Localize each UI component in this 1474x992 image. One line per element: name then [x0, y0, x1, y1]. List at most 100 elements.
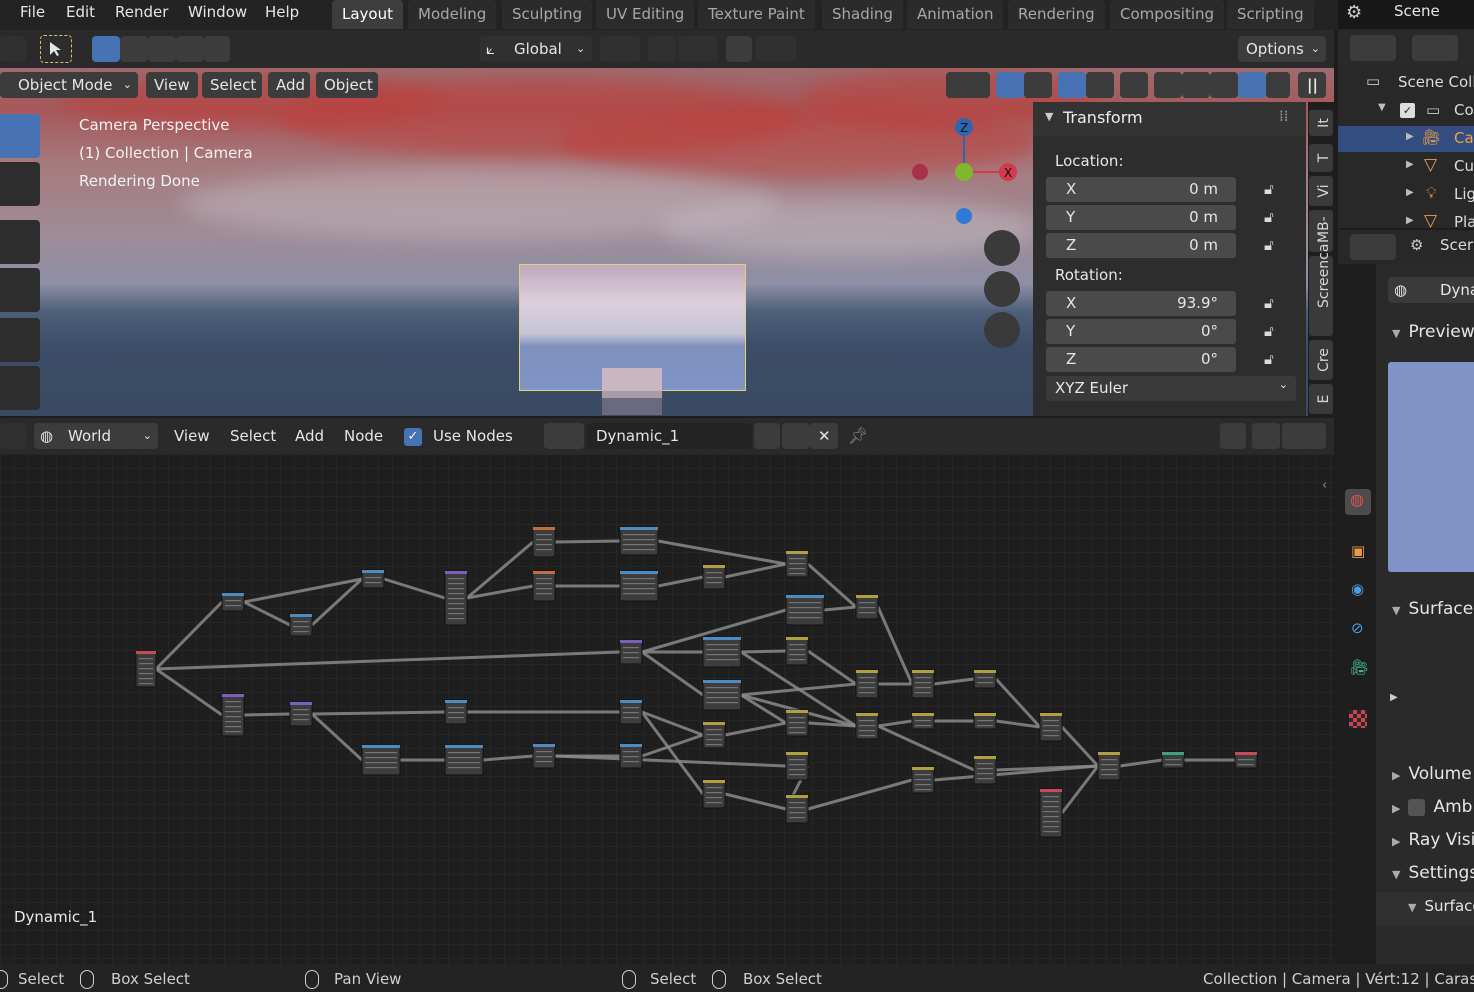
- outliner-display-mode-dropdown[interactable]: [1350, 35, 1396, 61]
- shader-node[interactable]: [619, 639, 643, 665]
- add-menu[interactable]: Add: [268, 72, 310, 98]
- section-volume[interactable]: ▶ Volume: [1392, 764, 1472, 784]
- shader-node[interactable]: [135, 650, 157, 688]
- location-z-field[interactable]: Z 0 m: [1046, 233, 1236, 258]
- select-box-tool-icon[interactable]: [0, 114, 40, 158]
- lock-icon[interactable]: 🔓︎: [1264, 236, 1284, 254]
- cursor-tool-icon[interactable]: [0, 162, 40, 206]
- expand-triangle-icon[interactable]: ▶: [1390, 692, 1398, 703]
- select-tool-icon[interactable]: [40, 35, 72, 63]
- location-y-field[interactable]: Y 0 m: [1046, 205, 1236, 230]
- mode-dropdown[interactable]: Object Mode ⌄: [0, 72, 138, 98]
- shader-node[interactable]: [785, 550, 809, 578]
- select-mode-intersect-icon[interactable]: [204, 36, 230, 62]
- shader-node[interactable]: [221, 693, 245, 737]
- checkbox-icon[interactable]: [1408, 798, 1426, 816]
- node-node-menu[interactable]: Node: [344, 426, 383, 446]
- shader-node[interactable]: [289, 613, 313, 637]
- pause-render-icon[interactable]: ||: [1298, 72, 1326, 98]
- world-name-field[interactable]: Dynamic_1: [586, 423, 752, 449]
- shader-node[interactable]: [619, 526, 659, 556]
- shader-node[interactable]: [785, 594, 825, 626]
- tab-modeling[interactable]: Modeling: [408, 0, 497, 29]
- rotation-z-field[interactable]: Z 0°: [1046, 347, 1236, 372]
- tab-uv-editing[interactable]: UV Editing: [596, 0, 695, 29]
- lock-icon[interactable]: 🔓︎: [1264, 180, 1284, 198]
- editor-type-dropdown[interactable]: [0, 423, 26, 449]
- parent-node-tree-icon[interactable]: [1220, 423, 1246, 449]
- sidebar-tab-e[interactable]: E: [1309, 384, 1333, 414]
- unlink-close-icon[interactable]: ✕: [810, 423, 838, 449]
- shader-node[interactable]: [532, 743, 556, 769]
- shader-node[interactable]: [855, 712, 879, 740]
- section-ambient-occlusion[interactable]: ▶ Ambi: [1392, 797, 1474, 817]
- sidebar-tab-create[interactable]: Cre: [1309, 340, 1333, 380]
- node-select-menu[interactable]: Select: [230, 426, 276, 446]
- shader-node[interactable]: [444, 699, 468, 725]
- shading-wireframe-icon[interactable]: [1154, 72, 1182, 98]
- world-properties-icon[interactable]: ◍: [1345, 489, 1371, 515]
- section-settings-surface[interactable]: ▼ Surface: [1408, 897, 1474, 915]
- view-layer-properties-icon[interactable]: [1345, 410, 1371, 436]
- select-mode-extend-icon[interactable]: [120, 36, 148, 62]
- shader-node[interactable]: [911, 712, 935, 730]
- shader-node[interactable]: [785, 751, 809, 781]
- shader-node[interactable]: [619, 570, 659, 602]
- tab-compositing[interactable]: Compositing: [1110, 0, 1225, 29]
- physics-properties-icon[interactable]: ◉: [1345, 578, 1371, 604]
- menu-help[interactable]: Help: [265, 2, 299, 22]
- texture-properties-icon[interactable]: [1345, 706, 1371, 732]
- transform-panel-header[interactable]: ▼ Transform ⁞⁞: [1033, 102, 1306, 136]
- tab-animation[interactable]: Animation: [907, 0, 1004, 29]
- scene-properties-icon[interactable]: [1345, 450, 1371, 476]
- shader-node[interactable]: [1039, 712, 1063, 742]
- pan-hand-icon[interactable]: [984, 271, 1020, 307]
- shader-node[interactable]: [1161, 751, 1185, 769]
- shader-node[interactable]: [444, 570, 468, 626]
- duplicate-icon[interactable]: [782, 423, 810, 449]
- shader-node[interactable]: [973, 755, 997, 785]
- expand-triangle-icon[interactable]: ▶: [1406, 131, 1414, 142]
- outliner-filter-dropdown[interactable]: [1412, 35, 1458, 61]
- zoom-icon[interactable]: [984, 230, 1020, 266]
- overlays-toggle-icon[interactable]: [1058, 72, 1086, 98]
- outliner-row-camera[interactable]: ▶ 🎥︎ Ca: [1338, 126, 1474, 152]
- shader-node[interactable]: [532, 526, 556, 558]
- fake-user-shield-icon[interactable]: [754, 423, 780, 449]
- tab-sculpting[interactable]: Sculpting: [502, 0, 593, 29]
- select-mode-new-icon[interactable]: [92, 36, 120, 62]
- shader-node[interactable]: [702, 721, 726, 749]
- shader-node[interactable]: [619, 743, 643, 769]
- tool-properties-icon[interactable]: [1345, 282, 1371, 308]
- sidebar-tab-item[interactable]: It: [1309, 110, 1333, 136]
- shader-node[interactable]: [1234, 751, 1258, 769]
- shading-material-icon[interactable]: [1210, 72, 1238, 98]
- sidebar-toggle-chevron-icon[interactable]: ‹: [1322, 478, 1327, 493]
- shader-node[interactable]: [855, 669, 879, 699]
- shader-node[interactable]: [444, 744, 484, 776]
- scale-tool-icon[interactable]: [0, 318, 40, 362]
- select-mode-invert-icon[interactable]: [176, 36, 204, 62]
- snap-element-dropdown[interactable]: [1282, 423, 1326, 449]
- location-x-field[interactable]: X 0 m: [1046, 177, 1236, 202]
- visibility-dropdown[interactable]: [946, 72, 990, 98]
- falloff-dropdown[interactable]: [756, 36, 796, 62]
- shader-type-dropdown[interactable]: ◍ World ⌄: [34, 423, 158, 449]
- outliner-row-collection[interactable]: ▼ ✓ ▭ Co: [1338, 98, 1474, 124]
- outliner-row-cube[interactable]: ▶ ▽ Cu: [1338, 154, 1474, 180]
- rotate-tool-icon[interactable]: [0, 268, 40, 312]
- shader-node[interactable]: [1097, 751, 1121, 781]
- navigation-gizmo[interactable]: Z X: [900, 112, 1030, 232]
- camera-data-properties-icon[interactable]: 🎥︎: [1345, 656, 1371, 682]
- menu-window[interactable]: Window: [188, 2, 247, 22]
- object-menu[interactable]: Object: [316, 72, 378, 98]
- sidebar-tab-tool[interactable]: T: [1309, 144, 1333, 172]
- tool-icon[interactable]: [0, 36, 26, 62]
- shader-node[interactable]: [911, 669, 935, 699]
- constraints-properties-icon[interactable]: ⊘: [1345, 617, 1371, 643]
- shader-node[interactable]: [1039, 788, 1063, 838]
- outliner-row-plane[interactable]: ▶ ▽ Pla: [1338, 210, 1474, 228]
- tab-scripting[interactable]: Scripting: [1227, 0, 1314, 29]
- shader-node[interactable]: [855, 594, 879, 620]
- lock-icon[interactable]: 🔓︎: [1264, 322, 1284, 340]
